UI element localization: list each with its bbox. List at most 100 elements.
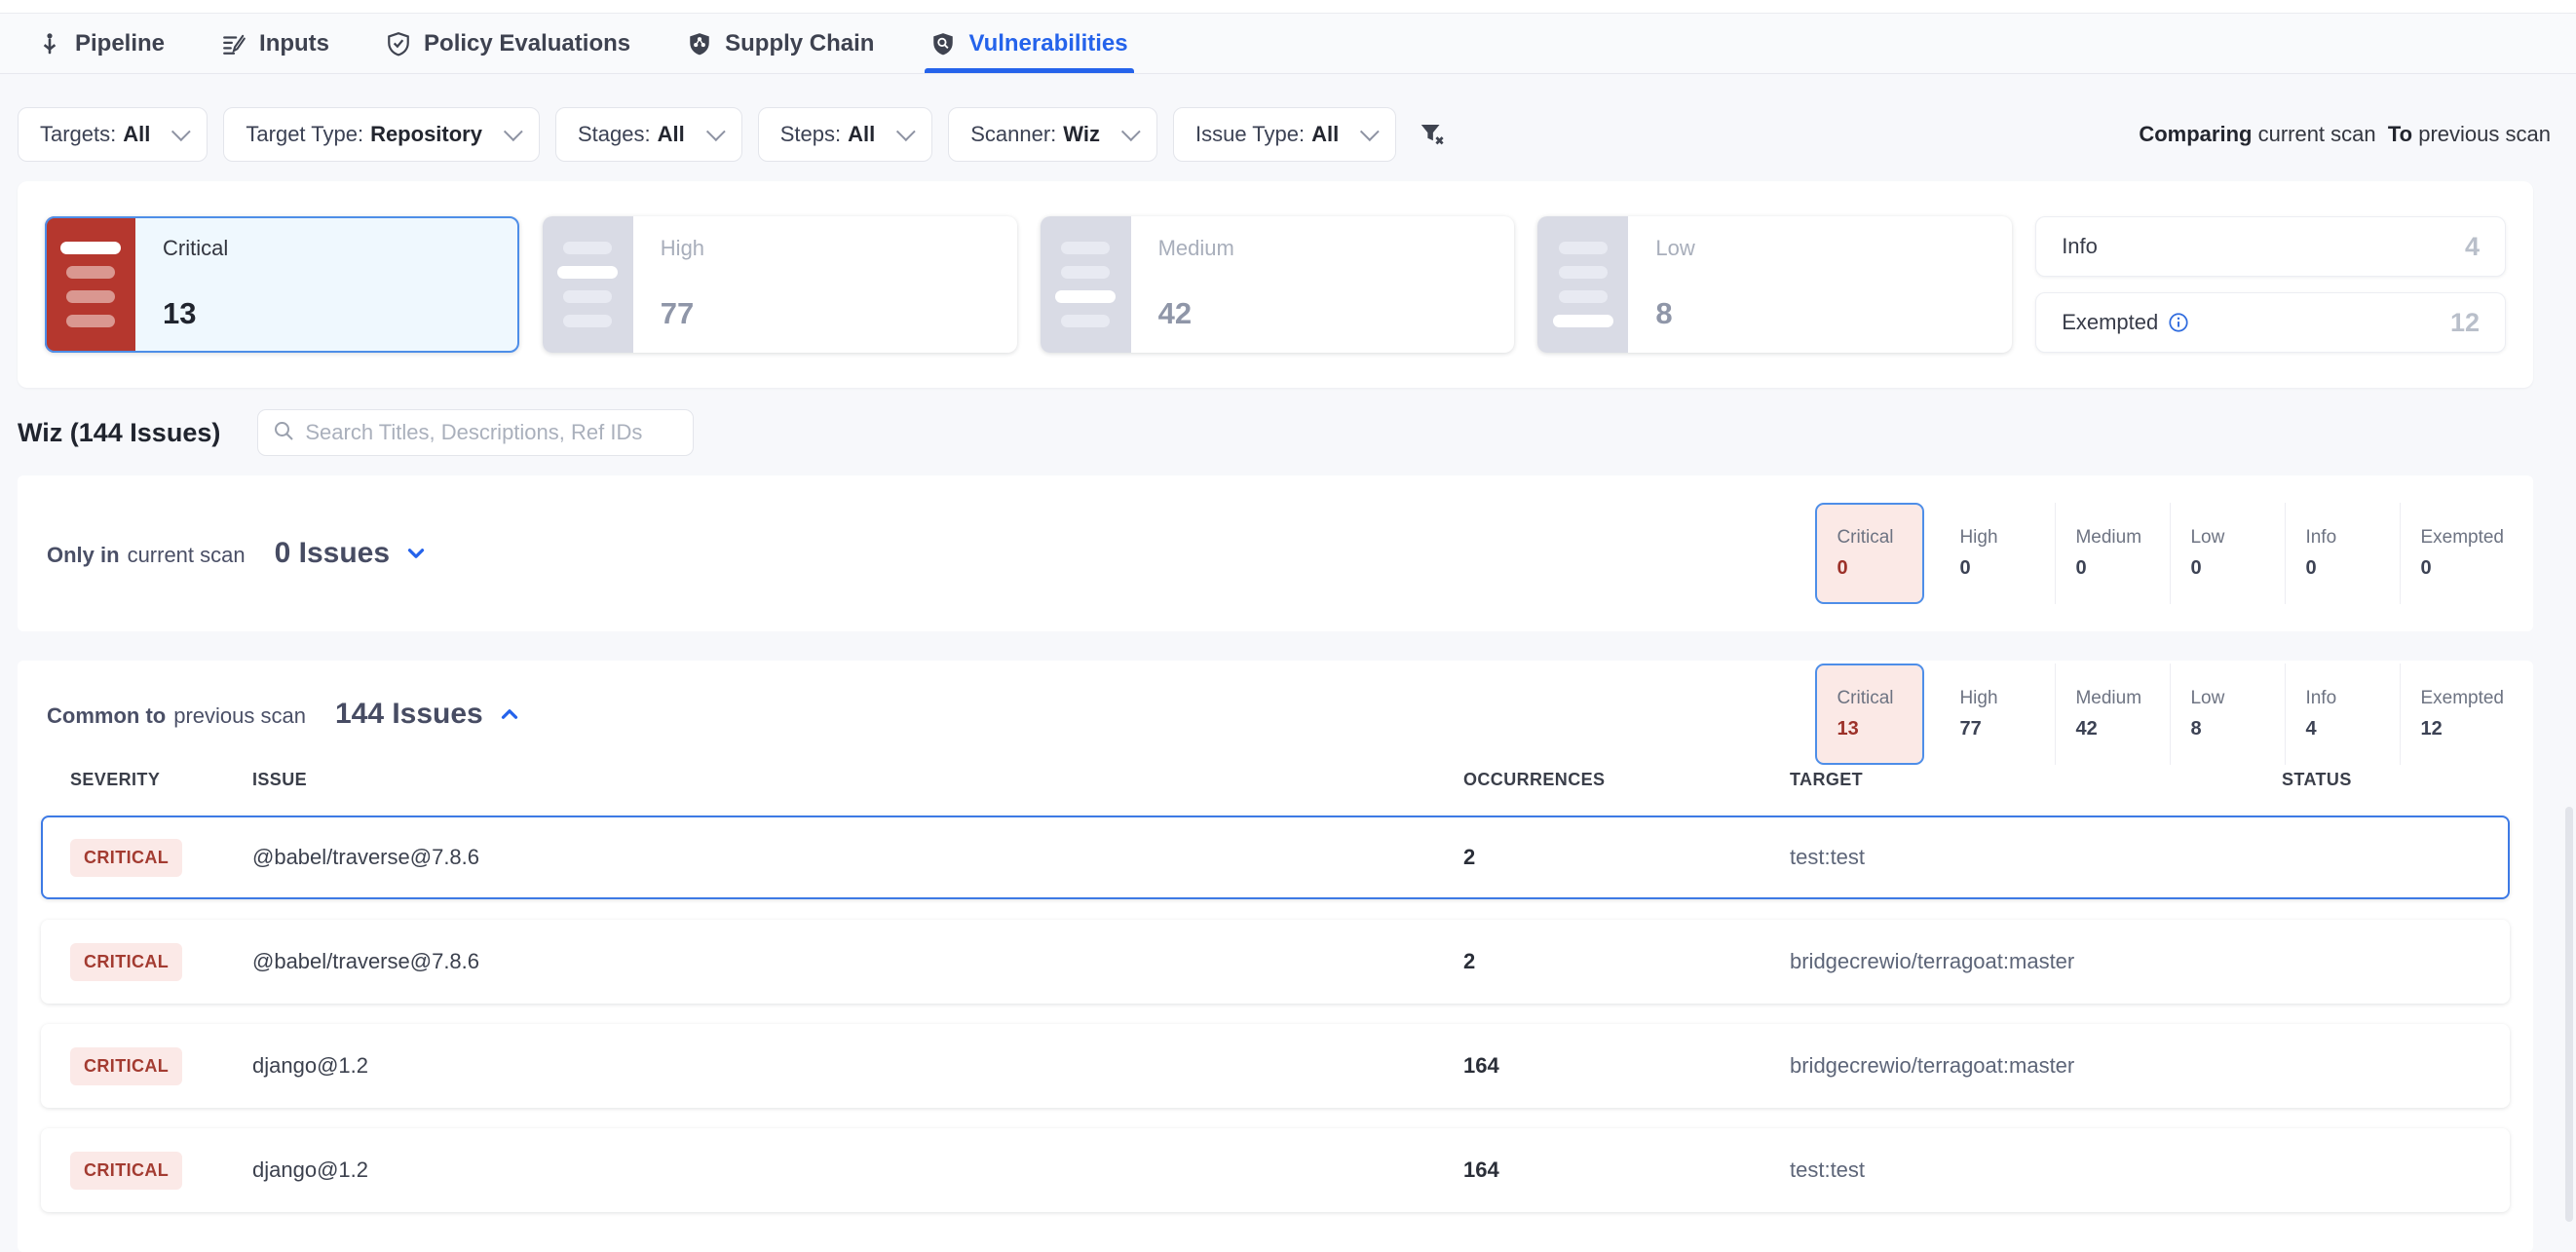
filter-label: Target Type: (246, 122, 363, 147)
filter-targets[interactable]: Targets: All (18, 107, 208, 162)
filter-target-type[interactable]: Target Type: Repository (223, 107, 540, 162)
shield-check-icon (386, 31, 411, 57)
filter-value: Repository (370, 122, 482, 147)
occurrences-cell: 2 (1463, 949, 1790, 974)
table-row[interactable]: CRITICAL @babel/traverse@7.8.6 2 test:te… (41, 816, 2510, 899)
column-header-status: STATUS (2282, 770, 2510, 790)
tab-label: Policy Evaluations (424, 30, 630, 57)
severity-medium-icon (1041, 216, 1131, 353)
comparing-current-scan: current scan (2258, 122, 2376, 146)
scanner-section-header: Wiz (144 Issues) (18, 409, 2558, 456)
count-medium[interactable]: Medium 0 (2055, 503, 2170, 604)
search-input[interactable] (305, 420, 679, 445)
filter-steps[interactable]: Steps: All (758, 107, 933, 162)
count-label: Low (2190, 688, 2265, 709)
severity-card-info[interactable]: Info 4 (2035, 216, 2506, 277)
count-medium[interactable]: Medium 42 (2055, 664, 2170, 765)
severity-low-icon (1537, 216, 1628, 353)
count-label: Medium (2075, 527, 2150, 549)
severity-count: 13 (163, 296, 492, 331)
filter-value: All (1311, 122, 1339, 147)
issue-cell: django@1.2 (252, 1157, 1463, 1183)
common-previous-scan-section: Common to previous scan 144 Issues Criti… (18, 661, 2533, 1252)
count-high[interactable]: High 0 (1940, 503, 2055, 604)
issue-search-box[interactable] (257, 409, 694, 456)
severity-card-high[interactable]: High 77 (543, 216, 1017, 353)
secondary-severity-cards: Info 4 Exempted 12 (2035, 216, 2506, 353)
scanner-heading: Wiz (144 Issues) (18, 418, 220, 448)
vertical-scrollbar[interactable] (2565, 807, 2573, 1222)
chevron-down-icon (1360, 122, 1380, 141)
count-critical[interactable]: Critical 0 (1815, 503, 1924, 604)
filter-value: All (658, 122, 685, 147)
only-current-scan-toggle[interactable]: Only in current scan 0 Issues (18, 537, 429, 570)
column-header-occurrences: OCCURRENCES (1463, 770, 1790, 790)
chevron-down-icon (1121, 122, 1141, 141)
filter-scanner[interactable]: Scanner: Wiz (948, 107, 1157, 162)
clear-filters-icon[interactable] (1418, 120, 1447, 149)
severity-card-critical[interactable]: Critical 13 (45, 216, 519, 353)
tab-pipeline[interactable]: Pipeline (37, 14, 165, 73)
chevron-down-icon[interactable] (403, 541, 429, 566)
severity-card-low[interactable]: Low 8 (1537, 216, 2012, 353)
filter-label: Stages: (578, 122, 651, 147)
tab-vulnerabilities[interactable]: Vulnerabilities (930, 14, 1127, 73)
table-row[interactable]: CRITICAL @babel/traverse@7.8.6 2 bridgec… (41, 920, 2510, 1004)
count-exempted[interactable]: Exempted 12 (2400, 664, 2523, 765)
search-icon (272, 419, 295, 447)
severity-label: Critical (163, 236, 492, 261)
comparing-label: Comparing (2139, 122, 2252, 146)
filter-label: Scanner: (970, 122, 1056, 147)
column-header-target: TARGET (1790, 770, 2282, 790)
count-critical[interactable]: Critical 13 (1815, 664, 1924, 765)
comparing-previous-scan: previous scan (2418, 122, 2551, 146)
column-header-severity: SEVERITY (70, 770, 252, 790)
common-previous-severity-counts: Critical 13 High 77 Medium 42 Low 8 Info… (1815, 664, 2523, 765)
severity-badge: CRITICAL (70, 1152, 182, 1190)
severity-card-exempted[interactable]: Exempted 12 (2035, 292, 2506, 353)
tab-supply-chain[interactable]: Supply Chain (687, 14, 874, 73)
count-exempted[interactable]: Exempted 0 (2400, 503, 2523, 604)
issues-table-header: SEVERITY ISSUE OCCURRENCES TARGET STATUS (41, 770, 2510, 790)
severity-card-medium[interactable]: Medium 42 (1041, 216, 1515, 353)
tab-label: Supply Chain (725, 30, 874, 57)
table-row[interactable]: CRITICAL django@1.2 164 bridgecrewio/ter… (41, 1024, 2510, 1108)
severity-count: 77 (661, 296, 990, 331)
info-circle-icon[interactable] (2168, 312, 2189, 333)
filter-label: Steps: (780, 122, 841, 147)
tab-inputs[interactable]: Inputs (221, 14, 329, 73)
tab-policy-evaluations[interactable]: Policy Evaluations (386, 14, 630, 73)
count-label: Info (2305, 688, 2380, 709)
severity-count: 12 (2450, 308, 2480, 338)
issue-cell: @babel/traverse@7.8.6 (252, 949, 1463, 974)
chevron-up-icon[interactable] (497, 702, 522, 727)
target-cell: test:test (1790, 1157, 2282, 1183)
target-cell: bridgecrewio/terragoat:master (1790, 1053, 2282, 1079)
common-previous-scan-toggle[interactable]: Common to previous scan 144 Issues (18, 698, 522, 731)
chevron-down-icon (896, 122, 916, 141)
count-high[interactable]: High 77 (1940, 664, 2055, 765)
count-info[interactable]: Info 0 (2285, 503, 2400, 604)
count-value: 13 (1837, 718, 1903, 740)
section-issue-count: 0 Issues (275, 537, 390, 570)
count-low[interactable]: Low 8 (2170, 664, 2285, 765)
severity-count: 42 (1158, 296, 1488, 331)
severity-badge: CRITICAL (70, 1047, 182, 1085)
count-value: 0 (2190, 557, 2265, 580)
count-low[interactable]: Low 0 (2170, 503, 2285, 604)
section-title-rest: previous scan (173, 703, 306, 729)
severity-critical-icon (45, 216, 135, 353)
filter-stages[interactable]: Stages: All (555, 107, 742, 162)
severity-label: Medium (1158, 236, 1488, 261)
count-info[interactable]: Info 4 (2285, 664, 2400, 765)
chevron-down-icon (171, 122, 191, 141)
column-header-issue: ISSUE (252, 770, 1463, 790)
chevron-down-icon (706, 122, 726, 141)
filter-bar: Targets: All Target Type: Repository Sta… (18, 107, 2558, 162)
filter-issue-type[interactable]: Issue Type: All (1173, 107, 1396, 162)
table-row[interactable]: CRITICAL django@1.2 164 test:test (41, 1128, 2510, 1212)
severity-label: Low (1655, 236, 1985, 261)
target-cell: test:test (1790, 845, 2282, 870)
count-label: Info (2305, 527, 2380, 549)
severity-badge: CRITICAL (70, 839, 182, 877)
